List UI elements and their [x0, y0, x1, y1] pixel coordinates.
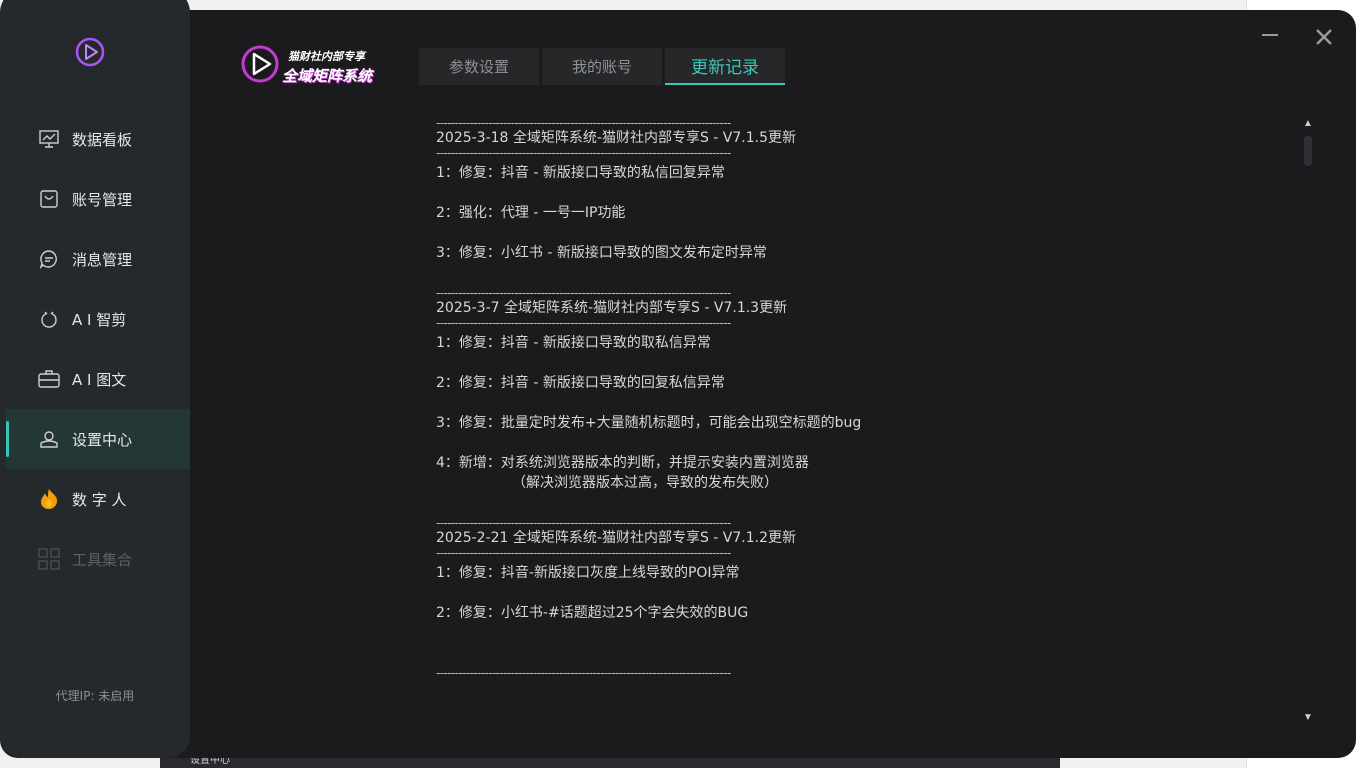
settings-user-icon — [38, 428, 60, 450]
changelog-item: 1：修复：抖音 - 新版接口导致的取私信异常 — [436, 335, 711, 351]
main-window: 猫财社内部专享 全域矩阵系统 参数设置 我的账号 更新记录 ----------… — [0, 10, 1356, 758]
ai-clip-icon — [38, 308, 60, 330]
close-icon[interactable] — [1315, 28, 1333, 46]
proxy-status: 代理IP: 未启用 — [55, 689, 135, 703]
grid-icon — [38, 548, 60, 570]
flame-icon — [38, 488, 60, 510]
sidebar-item-ai-graphic[interactable]: A I 图文 — [0, 349, 190, 409]
divider: ----------------------------------------… — [436, 118, 731, 128]
sidebar-item-accounts[interactable]: 账号管理 — [0, 169, 190, 229]
sidebar-item-tools[interactable]: 工具集合 — [0, 529, 190, 589]
sidebar-item-ai-clip[interactable]: A I 智剪 — [0, 289, 190, 349]
changelog-item: 1：修复：抖音 - 新版接口导致的私信回复异常 — [436, 165, 725, 181]
divider: ----------------------------------------… — [436, 518, 731, 528]
divider: ----------------------------------------… — [436, 288, 731, 298]
minimize-icon[interactable] — [1262, 34, 1278, 36]
chat-bubble-icon — [38, 248, 60, 270]
tab-bar: 参数设置 我的账号 更新记录 — [419, 48, 785, 85]
scrollbar[interactable]: ▲ ▼ — [1301, 118, 1315, 723]
sidebar-item-label: 数 字 人 — [72, 490, 127, 509]
sidebar-item-label: A I 图文 — [72, 370, 127, 389]
changelog-item: 3：修复：批量定时发布+大量随机标题时，可能会出现空标题的bug — [436, 415, 862, 431]
changelog-item: 4：新增：对系统浏览器版本的判断，并提示安装内置浏览器 — [436, 455, 809, 471]
divider: ----------------------------------------… — [436, 148, 731, 158]
sidebar-nav: 数据看板 账号管理 消息管理 A I 智剪 A I 图文 设置中心 数 字 人 … — [0, 109, 190, 589]
sidebar-item-label: 工具集合 — [72, 550, 133, 569]
tab-params[interactable]: 参数设置 — [419, 48, 539, 85]
scroll-down-icon[interactable]: ▼ — [1303, 712, 1313, 723]
sidebar-item-label: 账号管理 — [72, 190, 133, 209]
changelog-panel: ----------------------------------------… — [436, 118, 906, 678]
changelog-item: 2：强化：代理 - 一号一IP功能 — [436, 205, 626, 221]
brand-title: 全域矩阵系统 — [282, 67, 373, 85]
sidebar-item-dashboard[interactable]: 数据看板 — [0, 109, 190, 169]
sidebar-item-settings[interactable]: 设置中心 — [6, 409, 190, 469]
changelog-item: 2：修复：抖音 - 新版接口导致的回复私信异常 — [436, 375, 725, 391]
scroll-thumb[interactable] — [1304, 136, 1312, 166]
sidebar-item-label: A I 智剪 — [72, 310, 127, 329]
changelog-item: 2：修复：小红书-#话题超过25个字会失效的BUG — [436, 605, 749, 621]
scroll-up-icon[interactable]: ▲ — [1303, 118, 1313, 129]
briefcase-icon — [38, 368, 60, 390]
sidebar-item-messages[interactable]: 消息管理 — [0, 229, 190, 289]
sidebar-item-digital-human[interactable]: 数 字 人 — [0, 469, 190, 529]
changelog-item: 3：修复：小红书 - 新版接口导致的图文发布定时异常 — [436, 245, 767, 261]
changelog-item: 1：修复：抖音-新版接口灰度上线导致的POI异常 — [436, 565, 740, 581]
divider: ----------------------------------------… — [436, 318, 731, 328]
changelog-entry-title: 2025-3-18 全域矩阵系统-猫财社内部专享S - V7.1.5更新 — [436, 130, 796, 146]
divider: ----------------------------------------… — [436, 548, 731, 558]
chart-board-icon — [38, 128, 60, 150]
changelog-entry-title: 2025-2-21 全域矩阵系统-猫财社内部专享S - V7.1.2更新 — [436, 530, 796, 546]
sidebar-item-label: 消息管理 — [72, 250, 133, 269]
app-logo-icon — [75, 37, 105, 67]
sidebar-item-label: 设置中心 — [72, 430, 133, 449]
account-bag-icon — [38, 188, 60, 210]
tab-changelog[interactable]: 更新记录 — [665, 48, 785, 85]
sidebar-item-label: 数据看板 — [72, 130, 133, 149]
sidebar: 数据看板 账号管理 消息管理 A I 智剪 A I 图文 设置中心 数 字 人 … — [0, 0, 190, 758]
divider: ----------------------------------------… — [436, 668, 731, 678]
changelog-item-note: （解决浏览器版本过高，导致的发布失败） — [512, 475, 778, 491]
changelog-entry-title: 2025-3-7 全域矩阵系统-猫财社内部专享S - V7.1.3更新 — [436, 300, 788, 316]
tab-my-account[interactable]: 我的账号 — [542, 48, 662, 85]
brand-subtitle: 猫财社内部专享 — [288, 50, 365, 63]
